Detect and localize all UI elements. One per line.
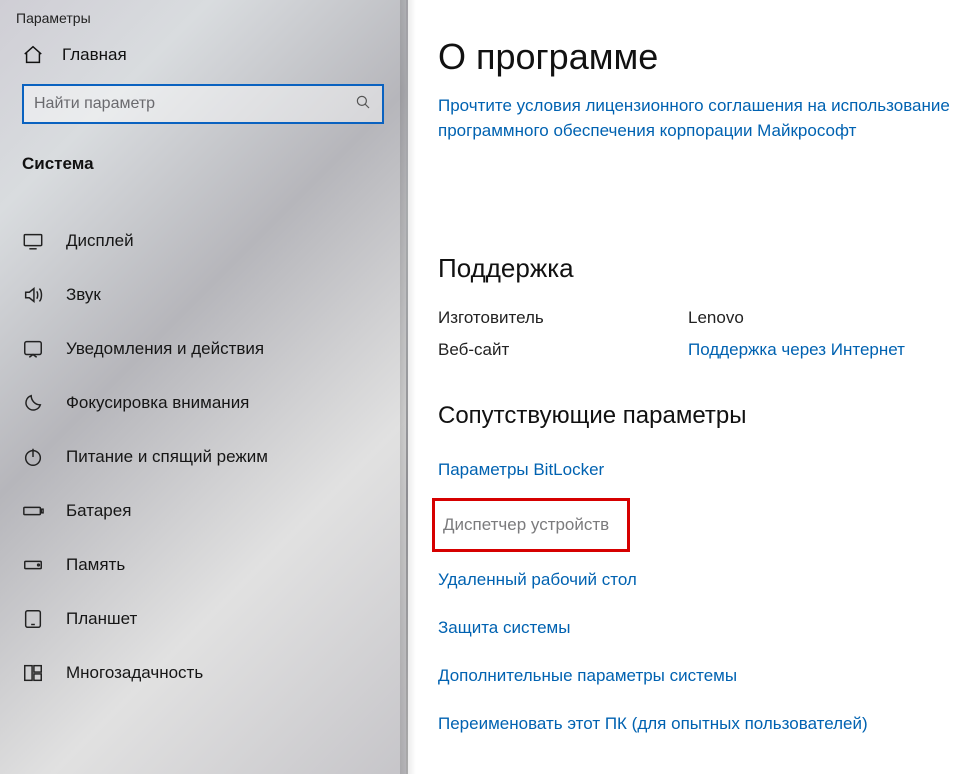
link-advanced-system[interactable]: Дополнительные параметры системы (438, 652, 951, 700)
settings-window: Параметры Главная Система Дисплей (0, 0, 959, 774)
nav-list: Дисплей Звук Уведомления и действия Фоку… (0, 194, 406, 700)
notifications-icon (22, 338, 44, 360)
link-device-manager[interactable]: Диспетчер устройств (433, 505, 627, 545)
nav-label: Батарея (66, 501, 131, 521)
home-label: Главная (62, 45, 127, 65)
nav-label: Многозадачность (66, 663, 203, 683)
nav-label: Дисплей (66, 231, 134, 251)
manufacturer-label: Изготовитель (438, 308, 688, 328)
nav-label: Уведомления и действия (66, 339, 264, 359)
link-bitlocker[interactable]: Параметры BitLocker (438, 446, 951, 494)
search-container (0, 84, 406, 150)
link-remote-desktop[interactable]: Удаленный рабочий стол (438, 556, 951, 604)
section-label: Система (0, 150, 406, 194)
nav-item-battery[interactable]: Батарея (0, 484, 406, 538)
support-heading: Поддержка (438, 253, 951, 284)
nav-label: Питание и спящий режим (66, 447, 268, 467)
main-content: О программе Прочтите условия лицензионно… (408, 0, 959, 774)
sound-icon (22, 284, 44, 306)
search-box[interactable] (22, 84, 384, 124)
storage-icon (22, 554, 44, 576)
website-link[interactable]: Поддержка через Интернет (688, 340, 905, 360)
multitasking-icon (22, 662, 44, 684)
power-icon (22, 446, 44, 468)
highlight-device-manager: Диспетчер устройств (432, 498, 630, 552)
nav-label: Память (66, 555, 125, 575)
license-link[interactable]: Прочтите условия лицензионного соглашени… (438, 94, 951, 143)
nav-item-multitasking[interactable]: Многозадачность (0, 646, 406, 700)
link-system-protection[interactable]: Защита системы (438, 604, 951, 652)
nav-item-display[interactable]: Дисплей (0, 214, 406, 268)
page-title: О программе (438, 36, 951, 78)
search-input[interactable] (34, 95, 354, 113)
website-label: Веб-сайт (438, 340, 688, 360)
sidebar: Параметры Главная Система Дисплей (0, 0, 408, 774)
nav-item-power[interactable]: Питание и спящий режим (0, 430, 406, 484)
nav-label: Звук (66, 285, 101, 305)
related-heading: Сопутствующие параметры (438, 402, 951, 430)
display-icon (22, 230, 44, 252)
focus-icon (22, 392, 44, 414)
nav-item-focus[interactable]: Фокусировка внимания (0, 376, 406, 430)
window-title: Параметры (0, 0, 406, 34)
support-row-manufacturer: Изготовитель Lenovo (438, 308, 951, 328)
battery-icon (22, 500, 44, 522)
home-icon (22, 44, 44, 66)
home-nav[interactable]: Главная (0, 34, 406, 84)
nav-label: Фокусировка внимания (66, 393, 249, 413)
nav-item-sound[interactable]: Звук (0, 268, 406, 322)
nav-item-storage[interactable]: Память (0, 538, 406, 592)
nav-label: Планшет (66, 609, 137, 629)
nav-item-tablet[interactable]: Планшет (0, 592, 406, 646)
support-row-website: Веб-сайт Поддержка через Интернет (438, 340, 951, 360)
tablet-icon (22, 608, 44, 630)
nav-item-notifications[interactable]: Уведомления и действия (0, 322, 406, 376)
manufacturer-value: Lenovo (688, 308, 744, 328)
link-rename-pc[interactable]: Переименовать этот ПК (для опытных польз… (438, 700, 951, 748)
search-icon (354, 93, 372, 116)
